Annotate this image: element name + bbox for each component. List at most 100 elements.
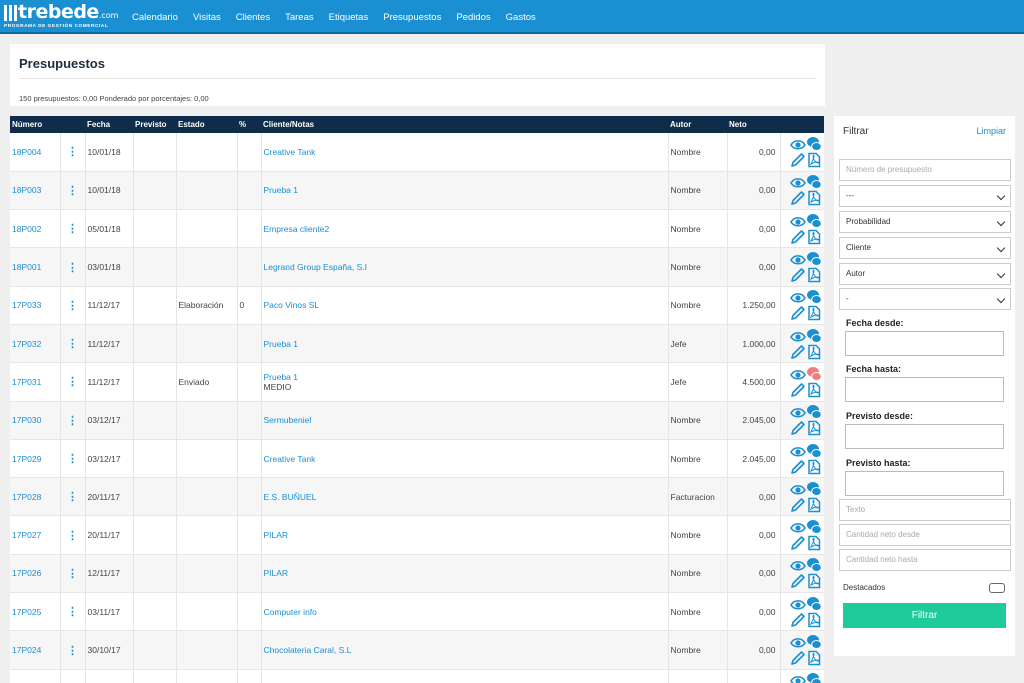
texto-input[interactable]: Texto [839,499,1011,521]
presupuesto-number-link[interactable]: 17P029 [10,439,61,479]
edit-pencil-icon[interactable] [790,344,806,360]
nav-item-clientes[interactable]: Clientes [236,12,270,23]
chat-icon[interactable] [806,557,822,573]
eye-icon[interactable] [789,557,806,573]
probabilidad-select[interactable]: Probabilidad [839,211,1011,233]
neto-desde-input[interactable]: Cantidad neto desde [839,524,1011,546]
chat-icon[interactable] [806,328,822,344]
kebab-menu-icon[interactable]: ⋮ [60,247,86,287]
neto-hasta-input[interactable]: Cantidad neto hasta [839,549,1011,571]
edit-pencil-icon[interactable] [790,535,806,551]
cliente-link[interactable]: E.S. BUÑUEL [264,492,317,502]
chat-icon[interactable] [806,289,822,305]
column-header-autor[interactable]: Autor [668,116,727,133]
eye-icon[interactable] [789,443,806,459]
table-row[interactable]: 17P028 ⋮ 20/11/17 E.S. BUÑUEL Facturacio… [10,477,824,517]
cliente-select[interactable]: Cliente [839,237,1011,259]
presupuesto-number-link[interactable]: 17P024 [10,630,61,670]
nav-item-tareas[interactable]: Tareas [285,12,314,23]
tipo-select[interactable]: - [839,288,1011,310]
pdf-icon[interactable] [806,344,822,360]
cliente-link[interactable]: Creative Tank [264,454,316,464]
clear-filters-link[interactable]: Limpiar [976,126,1006,136]
edit-pencil-icon[interactable] [790,420,806,436]
kebab-menu-icon[interactable]: ⋮ [60,630,86,670]
destacados-toggle[interactable] [989,583,1005,593]
cliente-link[interactable]: Creative Tank [264,147,316,157]
chat-icon[interactable] [806,672,822,683]
presupuesto-number-link[interactable] [10,669,61,683]
nav-item-pedidos[interactable]: Pedidos [456,12,490,23]
eye-icon[interactable] [789,366,806,382]
edit-pencil-icon[interactable] [790,612,806,628]
column-header-estado[interactable]: Estado [176,116,237,133]
eye-icon[interactable] [789,634,806,650]
cliente-link[interactable]: Prueba 1 [264,372,299,382]
pdf-icon[interactable] [806,459,822,475]
chat-icon[interactable] [806,136,822,152]
nav-item-calendario[interactable]: Calendario [132,12,178,23]
table-row[interactable]: 18P004 ⋮ 10/01/18 Creative Tank Nombre 0… [10,133,824,172]
pdf-icon[interactable] [806,152,822,168]
chat-icon[interactable] [806,174,822,190]
cliente-link[interactable]: PILAR [264,568,289,578]
kebab-menu-icon[interactable]: ⋮ [60,133,86,172]
column-header-percent[interactable]: % [237,116,261,133]
eye-icon[interactable] [789,481,806,497]
presupuesto-number-link[interactable]: 17P026 [10,554,61,594]
cliente-link[interactable]: Computer info [264,607,317,617]
table-row[interactable]: 17P026 ⋮ 12/11/17 PILAR Nombre 0,00 [10,554,824,594]
cliente-link[interactable]: PILAR [264,530,289,540]
eye-icon[interactable] [789,213,806,229]
kebab-menu-icon[interactable]: ⋮ [60,209,86,249]
chat-icon[interactable] [806,251,822,267]
presupuesto-number-link[interactable]: 17P032 [10,324,61,364]
pdf-icon[interactable] [806,573,822,589]
chat-icon[interactable] [806,634,822,650]
table-row[interactable]: 17P027 ⋮ 20/11/17 PILAR Nombre 0,00 [10,515,824,555]
edit-pencil-icon[interactable] [790,497,806,513]
estado-select[interactable]: --- [839,185,1011,207]
autor-select[interactable]: Autor [839,263,1011,285]
eye-icon[interactable] [789,328,806,344]
pdf-icon[interactable] [806,305,822,321]
presupuesto-number-link[interactable]: 17P028 [10,477,61,517]
chat-icon[interactable] [806,213,822,229]
nav-item-presupuestos[interactable]: Presupuestos [383,12,441,23]
cliente-link[interactable]: Prueba 1 [264,185,299,195]
fecha-desde-input[interactable] [845,331,1004,356]
kebab-menu-icon[interactable]: ⋮ [60,286,86,325]
chat-icon[interactable] [806,443,822,459]
kebab-menu-icon[interactable]: ⋮ [60,439,86,479]
table-row[interactable]: 18P003 ⋮ 10/01/18 Prueba 1 Nombre 0,00 [10,171,824,211]
table-row[interactable]: 17P032 ⋮ 11/12/17 Prueba 1 Jefe 1.000,00 [10,324,824,364]
cliente-link[interactable]: Prueba 1 [264,339,299,349]
pdf-icon[interactable] [806,382,822,398]
eye-icon[interactable] [789,174,806,190]
table-row[interactable]: 17P030 ⋮ 03/12/17 Sermubeniel Nombre 2.0… [10,401,824,440]
chat-icon[interactable] [806,404,822,420]
eye-icon[interactable] [789,251,806,267]
kebab-menu-icon[interactable]: ⋮ [60,362,86,402]
edit-pencil-icon[interactable] [790,382,806,398]
column-header-neto[interactable]: Neto [727,116,780,133]
edit-pencil-icon[interactable] [790,305,806,321]
column-header-cliente-notas[interactable]: Cliente/Notas [261,116,668,133]
edit-pencil-icon[interactable] [790,190,806,206]
eye-icon[interactable] [789,672,806,683]
numero-presupuesto-input[interactable]: Número de presupuesto [839,159,1011,181]
presupuesto-number-link[interactable]: 18P002 [10,209,61,249]
edit-pencil-icon[interactable] [790,267,806,283]
kebab-menu-icon[interactable]: ⋮ [60,324,86,364]
column-header-previsto[interactable]: Previsto [133,116,176,133]
column-header-numero[interactable]: Número [10,116,60,133]
presupuesto-number-link[interactable]: 18P003 [10,171,61,211]
presupuesto-number-link[interactable]: 17P033 [10,286,61,325]
column-header-fecha[interactable]: Fecha [85,116,133,133]
chat-icon[interactable] [806,481,822,497]
kebab-menu-icon[interactable]: ⋮ [60,171,86,211]
pdf-icon[interactable] [806,267,822,283]
table-row[interactable]: 17P025 ⋮ 03/11/17 Computer info Nombre 0… [10,592,824,632]
nav-item-visitas[interactable]: Visitas [193,12,221,23]
presupuesto-number-link[interactable]: 18P004 [10,133,61,172]
